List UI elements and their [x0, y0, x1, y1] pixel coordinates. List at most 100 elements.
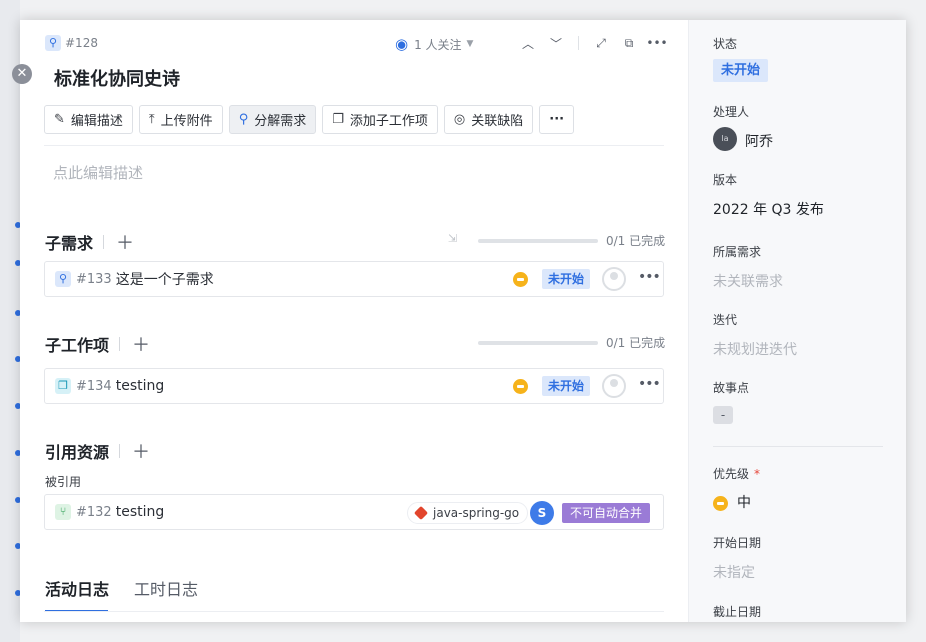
assignee-label: 处理人	[713, 105, 750, 119]
workitem-icon: ❐	[55, 378, 71, 394]
merge-request-icon: ⑂	[55, 504, 71, 520]
sub-requirements-progress: ⇲ 0/1 已完成	[448, 232, 666, 249]
description-placeholder[interactable]: 点此编辑描述	[53, 162, 143, 183]
issue-detail-panel: ⚲ #128 ◉ 1 人关注 ▼ ︿ ﹀ ⤢ ⧉ ••• 标准化协同史诗 ✎ 编辑…	[20, 20, 906, 622]
priority-label: 优先级 *	[713, 465, 760, 482]
page-title[interactable]: 标准化协同史诗	[54, 65, 180, 91]
upload-icon: ⤒	[148, 112, 155, 127]
priority-medium-icon[interactable]	[513, 272, 528, 287]
edit-description-button[interactable]: ✎ 编辑描述	[44, 105, 133, 134]
parent-requirement-label: 所属需求	[713, 245, 762, 259]
more-icon[interactable]: •••	[638, 376, 661, 392]
priority-value-text: 中	[737, 495, 751, 511]
start-date-label: 开始日期	[713, 536, 762, 550]
split-requirement-button[interactable]: ⚲ 分解需求	[228, 105, 317, 134]
progress-track	[478, 340, 598, 345]
avatar[interactable]: S	[530, 501, 554, 525]
progress-text: 0/1 已完成	[606, 336, 666, 350]
divider	[103, 235, 105, 249]
requirement-icon: ⚲	[45, 35, 61, 51]
requirement-icon: ⚲	[238, 112, 249, 127]
copy-icon: ❐	[332, 112, 344, 127]
collapse-icon[interactable]: ⇲	[448, 232, 457, 245]
close-panel-icon[interactable]: ✕	[12, 64, 32, 84]
priority-medium-icon[interactable]	[513, 379, 528, 394]
edit-description-label: 编辑描述	[70, 114, 123, 129]
progress-track	[478, 238, 598, 243]
add-sub-requirement-icon[interactable]: ＋	[116, 229, 134, 255]
unassigned-avatar[interactable]	[602, 267, 626, 291]
tab-worklog[interactable]: 工时日志	[134, 576, 198, 608]
iteration-value[interactable]: 未规划进迭代	[713, 339, 797, 359]
pencil-icon: ✎	[54, 112, 65, 127]
divider	[119, 444, 121, 458]
references-title: 引用资源	[45, 443, 110, 462]
progress-text: 0/1 已完成	[606, 234, 666, 248]
story-points-value[interactable]: -	[713, 406, 733, 424]
divider	[713, 446, 883, 447]
properties-sidebar: 状态 未开始 处理人 la 阿乔 版本 2022 年 Q3 发布 所属需求 未关…	[688, 20, 906, 622]
top-bar: ⚲ #128 ◉ 1 人关注 ▼ ︿ ﹀ ⤢ ⧉ •••	[45, 33, 668, 53]
merge-status-badge: 不可自动合并	[562, 503, 651, 523]
version-value[interactable]: 2022 年 Q3 发布	[713, 199, 824, 219]
add-child-label: 添加子工作项	[349, 114, 428, 129]
list-item[interactable]: ⚲ #133 这是一个子需求 未开始 •••	[44, 261, 664, 297]
item-number: #134	[76, 378, 112, 394]
tab-activity-log[interactable]: 活动日志	[45, 576, 109, 612]
add-reference-icon[interactable]: ＋	[132, 438, 150, 464]
assignee-value[interactable]: 阿乔	[745, 131, 773, 151]
divider	[578, 36, 579, 50]
parent-requirement-value[interactable]: 未关联需求	[713, 271, 783, 291]
sub-workitems-header: 子工作项 ＋	[45, 331, 150, 357]
status-badge[interactable]: 未开始	[542, 269, 591, 289]
list-item[interactable]: ⑂ #132 testing java-spring-go S 不可自动合并	[44, 494, 664, 530]
expand-icon[interactable]: ⤢	[587, 36, 615, 51]
item-number: #132	[76, 504, 112, 520]
upload-attachment-button[interactable]: ⤒ 上传附件	[138, 105, 223, 134]
requirement-icon: ⚲	[55, 271, 71, 287]
sub-workitems-title: 子工作项	[45, 336, 110, 355]
list-item[interactable]: ❐ #134 testing 未开始 •••	[44, 368, 664, 404]
add-sub-workitem-icon[interactable]: ＋	[132, 331, 150, 357]
link-bug-label: 关联缺陷	[471, 114, 524, 129]
link-bug-button[interactable]: ◎ 关联缺陷	[443, 105, 534, 134]
branch-name: java-spring-go	[433, 506, 520, 520]
chevron-down-icon[interactable]: ﹀	[542, 35, 570, 52]
log-tabs: 活动日志 工时日志	[45, 576, 223, 612]
status-badge[interactable]: 未开始	[542, 376, 591, 396]
avatar: la	[713, 127, 737, 151]
referenced-by-label: 被引用	[45, 475, 82, 489]
main-content: ⚲ #128 ◉ 1 人关注 ▼ ︿ ﹀ ⤢ ⧉ ••• 标准化协同史诗 ✎ 编辑…	[20, 20, 688, 622]
priority-medium-icon	[713, 495, 728, 511]
start-date-value[interactable]: 未指定	[713, 562, 755, 582]
more-icon[interactable]: •••	[643, 36, 671, 50]
more-actions-button[interactable]: ···	[539, 105, 575, 134]
status-badge[interactable]: 未开始	[713, 59, 769, 82]
action-toolbar: ✎ 编辑描述 ⤒ 上传附件 ⚲ 分解需求 ❐ 添加子工作项 ◎ 关联缺陷 ···	[44, 105, 580, 134]
watch-button[interactable]: ◉ 1 人关注 ▼	[395, 35, 473, 53]
sub-requirements-title: 子需求	[45, 234, 94, 253]
status-label: 状态	[713, 37, 738, 51]
required-marker: *	[754, 467, 761, 481]
caret-down-icon: ▼	[466, 39, 474, 49]
add-child-workitem-button[interactable]: ❐ 添加子工作项	[322, 105, 438, 134]
unassigned-avatar[interactable]	[602, 374, 626, 398]
divider	[119, 337, 121, 351]
branch-tag[interactable]: java-spring-go	[407, 502, 529, 524]
chevron-up-icon[interactable]: ︿	[514, 35, 542, 52]
item-title[interactable]: testing	[116, 378, 165, 394]
git-icon	[413, 505, 429, 521]
references-header: 引用资源 ＋	[45, 438, 150, 464]
item-title[interactable]: 这是一个子需求	[116, 269, 214, 289]
divider	[44, 145, 664, 146]
divider	[44, 611, 664, 612]
split-label: 分解需求	[254, 114, 307, 129]
item-title[interactable]: testing	[116, 504, 165, 520]
more-icon[interactable]: •••	[638, 269, 661, 285]
version-label: 版本	[713, 173, 738, 187]
top-actions: ︿ ﹀ ⤢ ⧉ •••	[514, 33, 671, 53]
open-new-window-icon[interactable]: ⧉	[615, 36, 643, 51]
story-points-label: 故事点	[713, 381, 750, 395]
priority-label-text: 优先级	[713, 467, 750, 481]
priority-value[interactable]: 中	[713, 492, 751, 512]
